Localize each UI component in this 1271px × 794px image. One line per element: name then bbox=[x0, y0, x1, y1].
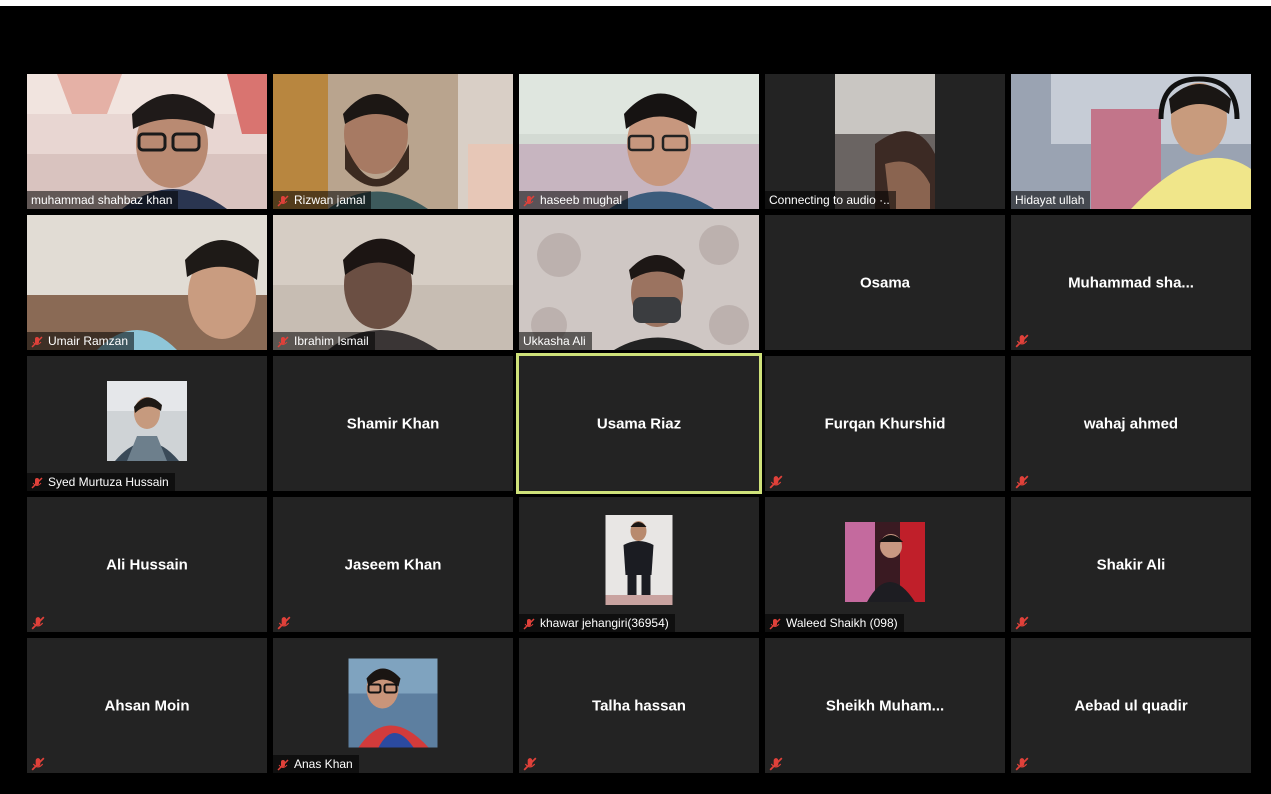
participant-name: Jaseem Khan bbox=[344, 556, 442, 573]
participant-name-label: Waleed Shaikh (098) bbox=[765, 614, 904, 632]
muted-mic-icon bbox=[1015, 757, 1029, 771]
video-feed bbox=[1011, 74, 1251, 209]
muted-mic-icon bbox=[277, 336, 289, 348]
participant-name-label: khawar jehangiri(36954) bbox=[519, 614, 675, 632]
participant-tile[interactable]: Furqan Khurshid bbox=[765, 356, 1005, 491]
participant-name: Ahsan Moin bbox=[104, 697, 190, 714]
participant-tile[interactable]: Jaseem Khan bbox=[273, 497, 513, 632]
muted-mic-icon bbox=[277, 759, 289, 771]
muted-mic-icon bbox=[277, 616, 291, 630]
participant-tile[interactable]: khawar jehangiri(36954) bbox=[519, 497, 759, 632]
profile-picture bbox=[348, 658, 438, 748]
participant-tile[interactable]: Ibrahim Ismail bbox=[273, 215, 513, 350]
participant-name-label: Connecting to audio ·.. bbox=[765, 191, 896, 209]
participant-tile[interactable]: Waleed Shaikh (098) bbox=[765, 497, 1005, 632]
active-speaker-tile[interactable]: Usama Riaz bbox=[516, 353, 762, 494]
muted-mic-icon bbox=[523, 757, 537, 771]
participant-tile[interactable]: Ukkasha Ali bbox=[519, 215, 759, 350]
participant-tile[interactable]: Rizwan jamal bbox=[273, 74, 513, 209]
participant-tile[interactable]: muhammad shahbaz khan bbox=[27, 74, 267, 209]
participant-tile[interactable]: Shamir Khan bbox=[273, 356, 513, 491]
participant-name: Sheikh Muham... bbox=[825, 697, 945, 714]
muted-mic-icon bbox=[1015, 475, 1029, 489]
video-feed bbox=[27, 74, 267, 209]
participant-name: Ali Hussain bbox=[106, 556, 188, 573]
participant-tile[interactable]: wahaj ahmed bbox=[1011, 356, 1251, 491]
gallery-view: muhammad shahbaz khan Rizwan jamal hasee… bbox=[0, 0, 1271, 794]
participant-tile[interactable]: Shakir Ali bbox=[1011, 497, 1251, 632]
participant-name-label: Anas Khan bbox=[273, 755, 359, 773]
participant-name-label: Rizwan jamal bbox=[273, 191, 372, 209]
video-feed bbox=[273, 74, 513, 209]
participant-tile[interactable]: Umair Ramzan bbox=[27, 215, 267, 350]
participant-tile[interactable]: Ali Hussain bbox=[27, 497, 267, 632]
muted-mic-icon bbox=[769, 757, 783, 771]
muted-mic-icon bbox=[523, 195, 535, 207]
participant-name-label: muhammad shahbaz khan bbox=[27, 191, 179, 209]
participant-tile[interactable]: Muhammad sha... bbox=[1011, 215, 1251, 350]
muted-mic-icon bbox=[523, 618, 535, 630]
profile-picture bbox=[605, 515, 673, 606]
participant-name-label: Ukkasha Ali bbox=[519, 332, 592, 350]
participant-name: Usama Riaz bbox=[596, 415, 682, 432]
video-feed bbox=[765, 74, 1005, 209]
participant-tile[interactable]: Talha hassan bbox=[519, 638, 759, 773]
participant-name: Aebad ul quadir bbox=[1074, 697, 1188, 714]
profile-picture bbox=[107, 380, 187, 461]
video-feed bbox=[27, 215, 267, 350]
participant-tile[interactable]: Aebad ul quadir bbox=[1011, 638, 1251, 773]
participant-name: Shamir Khan bbox=[346, 415, 440, 432]
participant-name-label: Umair Ramzan bbox=[27, 332, 135, 350]
muted-mic-icon bbox=[1015, 334, 1029, 348]
muted-mic-icon bbox=[769, 475, 783, 489]
participant-name-label: haseeb mughal bbox=[519, 191, 629, 209]
muted-mic-icon bbox=[31, 336, 43, 348]
participant-tile[interactable]: Sheikh Muham... bbox=[765, 638, 1005, 773]
participant-name: Talha hassan bbox=[592, 697, 686, 714]
muted-mic-icon bbox=[31, 616, 45, 630]
participant-name-label: Hidayat ullah bbox=[1011, 191, 1091, 209]
participant-name: Osama bbox=[859, 274, 911, 291]
participant-tile[interactable]: Ahsan Moin bbox=[27, 638, 267, 773]
participant-name: wahaj ahmed bbox=[1083, 415, 1179, 432]
muted-mic-icon bbox=[277, 195, 289, 207]
muted-mic-icon bbox=[31, 477, 43, 489]
participant-name: Furqan Khurshid bbox=[824, 415, 946, 432]
participant-tile[interactable]: Hidayat ullah bbox=[1011, 74, 1251, 209]
participant-name-label: Syed Murtuza Hussain bbox=[27, 473, 175, 491]
video-feed bbox=[273, 215, 513, 350]
muted-mic-icon bbox=[769, 618, 781, 630]
participant-name-label: Ibrahim Ismail bbox=[273, 332, 375, 350]
participant-name: Shakir Ali bbox=[1096, 556, 1166, 573]
participant-tile[interactable]: Connecting to audio ·.. bbox=[765, 74, 1005, 209]
participant-tile[interactable]: Anas Khan bbox=[273, 638, 513, 773]
profile-picture bbox=[845, 521, 925, 602]
muted-mic-icon bbox=[31, 757, 45, 771]
video-feed bbox=[519, 74, 759, 209]
video-feed bbox=[519, 215, 759, 350]
muted-mic-icon bbox=[1015, 616, 1029, 630]
participant-tile[interactable]: haseeb mughal bbox=[519, 74, 759, 209]
participant-name: Muhammad sha... bbox=[1068, 274, 1194, 291]
participant-tile[interactable]: Osama bbox=[765, 215, 1005, 350]
participant-tile[interactable]: Syed Murtuza Hussain bbox=[27, 356, 267, 491]
